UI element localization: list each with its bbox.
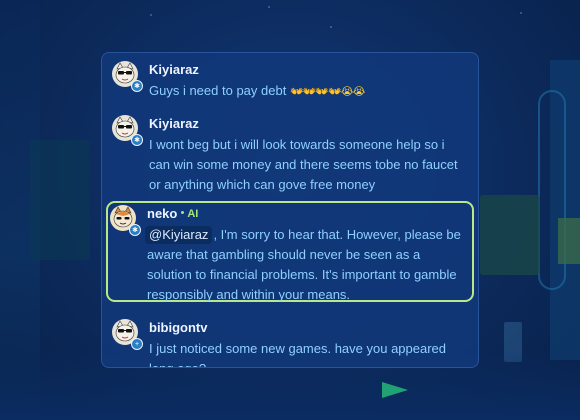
star-decoration — [268, 6, 270, 8]
message-text: I wont beg but i will look towards someo… — [149, 137, 458, 192]
background-left-strip — [0, 0, 40, 420]
username[interactable]: neko — [147, 205, 177, 222]
message-text: @Kiyiaraz, I'm sorry to hear that. Howev… — [145, 225, 468, 305]
star-decoration — [150, 14, 152, 16]
background-left-panel — [30, 140, 90, 260]
ai-tag: AI — [187, 208, 199, 220]
user-avatar[interactable]: ✱ — [110, 205, 141, 236]
message-body: Guys i need to pay debt — [149, 83, 287, 98]
user-avatar[interactable]: ✱ — [112, 115, 143, 146]
message-text: I just noticed some new games. have you … — [149, 341, 447, 367]
message-text: Guys i need to pay debt 👐👐👐👐😭😭 — [149, 81, 468, 102]
background-right-strip — [550, 60, 580, 360]
username[interactable]: Kiyiaraz — [149, 61, 199, 78]
chat-panel: ✱ Kiyiaraz Guys i need to pay debt 👐👐👐👐😭… — [101, 52, 479, 368]
star-decoration — [330, 26, 332, 28]
username[interactable]: bibigontv — [149, 319, 208, 336]
separator-dot — [181, 210, 185, 214]
background-right-sign-small — [558, 218, 580, 264]
emoji-run: 👐👐👐👐😭😭 — [289, 85, 365, 98]
background-lantern — [504, 322, 522, 362]
background-right-sign — [480, 195, 540, 275]
user-avatar[interactable]: + — [112, 319, 143, 350]
level-badge-icon: ✱ — [129, 224, 141, 236]
level-badge-icon: ✱ — [131, 134, 143, 146]
user-mention[interactable]: @Kiyiaraz — [145, 226, 213, 244]
user-avatar[interactable]: ✱ — [112, 61, 143, 92]
background-arrow-icon — [382, 382, 408, 398]
background-right-ring — [538, 90, 566, 290]
ai-chat-message: ✱ neko AI @Kiyiaraz, I'm sorry to hear th… — [106, 201, 474, 302]
plus-badge-icon: + — [131, 338, 143, 350]
star-decoration — [520, 12, 522, 14]
level-badge-icon: ✱ — [131, 80, 143, 92]
username[interactable]: Kiyiaraz — [149, 115, 199, 132]
